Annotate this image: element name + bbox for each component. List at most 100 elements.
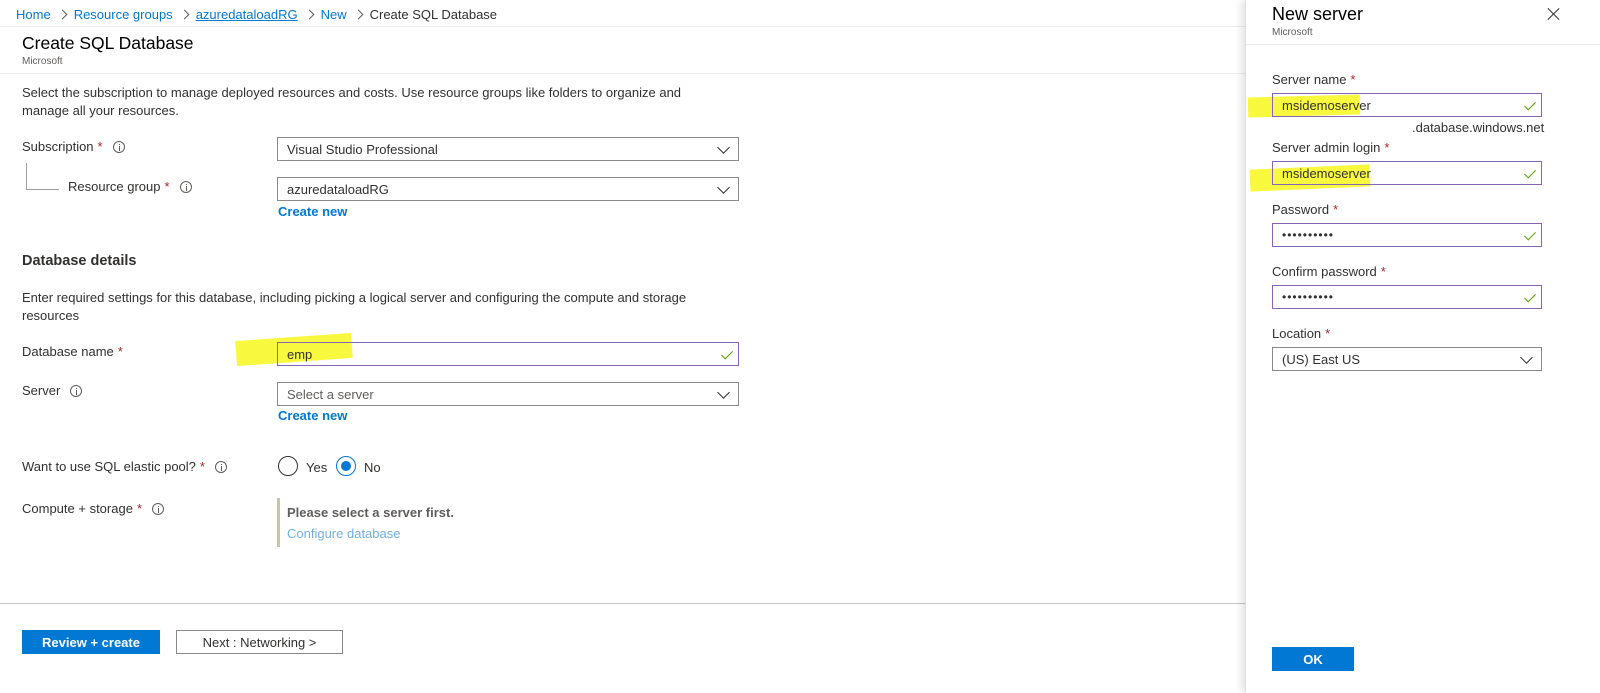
elastic-pool-yes-label[interactable]: Yes: [306, 460, 327, 475]
compute-storage-label-text: Compute + storage: [22, 501, 133, 516]
confirm-password-value: ••••••••••: [1282, 290, 1335, 304]
tree-connector: [26, 163, 27, 189]
checkmark-icon: [1523, 228, 1537, 241]
required-marker: *: [136, 501, 142, 516]
server-label-text: Server: [22, 383, 61, 398]
resource-group-dropdown[interactable]: azuredataloadRG: [277, 177, 739, 201]
project-description: Select the subscription to manage deploy…: [22, 85, 682, 118]
resource-group-label: Resource group *: [68, 179, 192, 194]
compute-notice: Please select a server first.: [287, 505, 454, 520]
breadcrumb-resource-group[interactable]: azuredataloadRG: [196, 7, 298, 22]
server-dropdown[interactable]: Select a server: [277, 382, 739, 406]
chevron-down-icon: [1520, 351, 1533, 364]
create-new-server-link[interactable]: Create new: [278, 408, 347, 423]
subscription-value: Visual Studio Professional: [287, 141, 438, 157]
location-dropdown[interactable]: (US) East US: [1272, 347, 1542, 371]
close-icon[interactable]: [1546, 6, 1562, 22]
checkmark-icon: [720, 347, 734, 360]
compute-storage-label: Compute + storage *: [22, 501, 164, 516]
checkmark-icon: [1523, 166, 1537, 179]
password-value: ••••••••••: [1282, 228, 1335, 242]
elastic-pool-no-label[interactable]: No: [364, 460, 381, 475]
ok-button[interactable]: OK: [1272, 647, 1354, 671]
resource-group-label-text: Resource group: [68, 179, 161, 194]
server-name-label-text: Server name: [1272, 72, 1347, 87]
breadcrumb-current: Create SQL Database: [369, 6, 498, 22]
server-label: Server: [22, 383, 83, 398]
location-label: Location *: [1272, 326, 1330, 341]
required-marker: *: [1325, 326, 1331, 341]
subscription-label: Subscription *: [22, 139, 125, 154]
server-name-input[interactable]: msidemoserver: [1272, 93, 1542, 117]
domain-suffix: .database.windows.net: [1412, 120, 1545, 135]
notice-bar: [277, 498, 280, 547]
checkmark-icon: [1523, 290, 1537, 303]
location-value: (US) East US: [1282, 351, 1361, 367]
password-label-text: Password: [1272, 202, 1330, 217]
breadcrumb-new[interactable]: New: [321, 7, 347, 22]
subscription-dropdown[interactable]: Visual Studio Professional: [277, 137, 739, 161]
required-marker: *: [1384, 140, 1390, 155]
server-name-label: Server name *: [1272, 72, 1355, 87]
checkmark-icon: [1523, 98, 1537, 111]
chevron-down-icon: [717, 181, 730, 194]
configure-database-link[interactable]: Configure database: [287, 526, 400, 541]
chevron-right-icon: [57, 9, 68, 19]
page-title: Create SQL Database: [22, 33, 194, 53]
admin-login-label: Server admin login *: [1272, 140, 1389, 155]
database-details-description: Enter required settings for this databas…: [22, 290, 687, 323]
chevron-right-icon: [353, 9, 364, 19]
breadcrumb: Home Resource groups azuredataloadRG New…: [16, 5, 497, 23]
info-icon[interactable]: [152, 502, 164, 515]
info-icon[interactable]: [214, 460, 227, 473]
info-icon[interactable]: [70, 384, 83, 397]
next-networking-button[interactable]: Next : Networking >: [176, 630, 343, 654]
location-label-text: Location: [1272, 326, 1322, 341]
database-name-value: emp: [287, 346, 313, 362]
chevron-right-icon: [179, 9, 190, 19]
database-name-label-text: Database name: [22, 344, 114, 359]
page-subtitle: Microsoft: [22, 56, 63, 67]
blade-title: New server: [1272, 4, 1364, 24]
server-name-value: msidemoserver: [1282, 97, 1371, 113]
new-server-blade: New server Microsoft Server name * msidem…: [1245, 0, 1600, 693]
required-marker: *: [1380, 264, 1386, 279]
breadcrumb-home[interactable]: Home: [16, 7, 51, 22]
divider: [1246, 44, 1600, 45]
review-create-button[interactable]: Review + create: [22, 630, 160, 654]
chevron-right-icon: [304, 9, 315, 19]
elastic-pool-no-radio[interactable]: [336, 456, 356, 476]
blade-subtitle: Microsoft: [1272, 27, 1313, 38]
divider: [0, 603, 1245, 604]
required-marker: *: [1350, 72, 1356, 87]
admin-login-label-text: Server admin login: [1272, 140, 1381, 155]
divider: [0, 73, 1270, 74]
divider: [0, 26, 1270, 27]
admin-login-input[interactable]: msidemoserver: [1272, 161, 1542, 185]
elastic-pool-label: Want to use SQL elastic pool? *: [22, 459, 227, 474]
required-marker: *: [199, 459, 205, 474]
database-details-heading: Database details: [22, 253, 137, 269]
chevron-down-icon: [717, 386, 730, 399]
admin-login-value: msidemoserver: [1282, 165, 1371, 181]
password-label: Password *: [1272, 202, 1338, 217]
info-icon[interactable]: [112, 140, 125, 153]
confirm-password-label-text: Confirm password: [1272, 264, 1377, 279]
server-placeholder: Select a server: [287, 386, 374, 402]
required-marker: *: [164, 179, 170, 194]
required-marker: *: [1333, 202, 1339, 217]
breadcrumb-resource-groups[interactable]: Resource groups: [74, 7, 173, 22]
chevron-down-icon: [717, 141, 730, 154]
elastic-pool-yes-radio[interactable]: [278, 456, 298, 476]
confirm-password-label: Confirm password *: [1272, 264, 1386, 279]
subscription-label-text: Subscription: [22, 139, 94, 154]
resource-group-value: azuredataloadRG: [287, 181, 389, 197]
password-input[interactable]: ••••••••••: [1272, 223, 1542, 247]
tree-connector: [26, 189, 59, 190]
confirm-password-input[interactable]: ••••••••••: [1272, 285, 1542, 309]
database-name-input[interactable]: emp: [277, 342, 739, 366]
create-new-resource-group-link[interactable]: Create new: [278, 204, 347, 219]
info-icon[interactable]: [179, 180, 192, 193]
database-name-label: Database name *: [22, 344, 123, 359]
required-marker: *: [97, 139, 103, 154]
